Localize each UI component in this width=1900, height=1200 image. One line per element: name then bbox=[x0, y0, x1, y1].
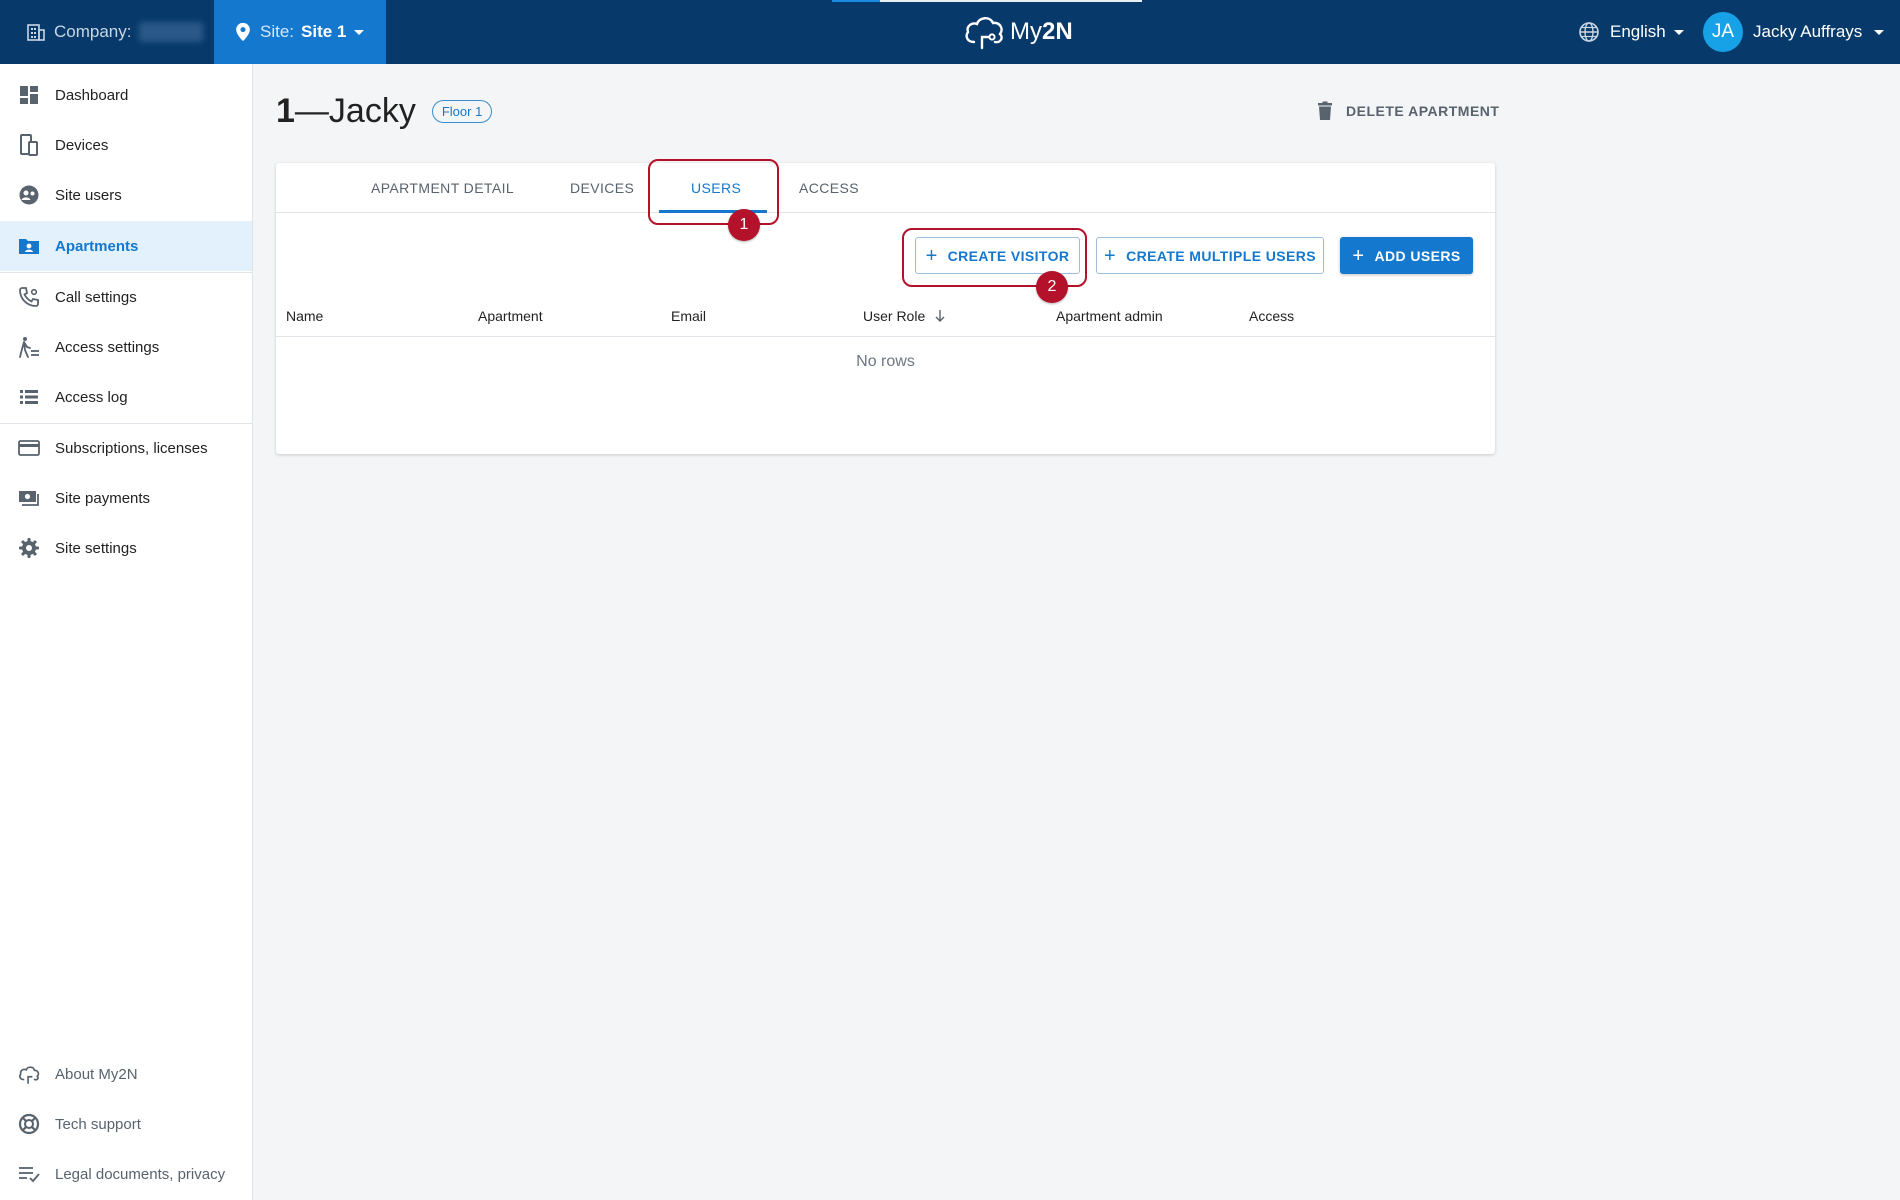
user-menu[interactable]: JA Jacky Auffrays bbox=[1703, 0, 1885, 64]
site-value: Site 1 bbox=[301, 22, 347, 41]
create-multiple-users-label: CREATE MULTIPLE USERS bbox=[1126, 247, 1316, 264]
tab-bar: APARTMENT DETAIL DEVICES USERS ACCESS bbox=[276, 163, 1495, 213]
table-header-divider bbox=[276, 336, 1495, 337]
sidebar-item-site-settings[interactable]: Site settings bbox=[0, 523, 252, 573]
tab-access[interactable]: ACCESS bbox=[799, 163, 859, 213]
arrow-down-icon bbox=[935, 310, 945, 322]
site-label: Site: bbox=[260, 22, 295, 41]
sidebar-item-label: Access log bbox=[55, 388, 128, 406]
sidebar-item-site-payments[interactable]: Site payments bbox=[0, 473, 252, 523]
sidebar-item-label: Apartments bbox=[55, 237, 139, 255]
apartment-card: APARTMENT DETAIL DEVICES USERS ACCESS + … bbox=[276, 163, 1495, 454]
chevron-down-icon bbox=[1874, 29, 1885, 35]
language-label: English bbox=[1610, 22, 1666, 41]
cloud-icon bbox=[18, 1063, 40, 1085]
apartment-number: 1 bbox=[276, 92, 295, 130]
credit-card-icon bbox=[18, 437, 40, 459]
sidebar-item-label: Tech support bbox=[55, 1115, 141, 1133]
globe-icon bbox=[1579, 22, 1599, 42]
sidebar-item-label: Legal documents, privacy bbox=[55, 1165, 226, 1183]
company-selector[interactable]: Company: bbox=[0, 0, 214, 64]
sidebar-item-tech-support[interactable]: Tech support bbox=[0, 1099, 252, 1149]
plus-icon: + bbox=[1104, 244, 1117, 267]
add-users-label: ADD USERS bbox=[1374, 247, 1461, 264]
my2n-logo: My 2N bbox=[962, 12, 1073, 52]
delete-apartment-button[interactable]: DELETE APARTMENT bbox=[1316, 96, 1499, 126]
apartment-name: Jacky bbox=[328, 92, 416, 130]
cloud-logo-icon bbox=[965, 17, 1003, 50]
column-header-apartment[interactable]: Apartment bbox=[478, 299, 543, 333]
apartments-icon bbox=[18, 235, 40, 257]
loading-bar-track bbox=[880, 0, 1142, 2]
sidebar-item-label: Access settings bbox=[55, 338, 160, 356]
column-header-email[interactable]: Email bbox=[671, 299, 706, 333]
annotation-badge-1: 1 bbox=[728, 209, 760, 241]
sidebar-item-call-settings[interactable]: Call settings bbox=[0, 272, 252, 322]
sidebar-item-site-users[interactable]: Site users bbox=[0, 170, 252, 220]
sidebar-item-legal[interactable]: Legal documents, privacy bbox=[0, 1149, 252, 1199]
chevron-down-icon bbox=[354, 29, 365, 35]
trash-icon bbox=[1318, 101, 1332, 120]
sidebar-item-access-settings[interactable]: Access settings bbox=[0, 322, 252, 372]
empty-table-message: No rows bbox=[856, 353, 915, 370]
page-title: 1 — Jacky Floor 1 bbox=[276, 92, 493, 131]
column-header-access[interactable]: Access bbox=[1249, 299, 1294, 333]
access-settings-icon bbox=[18, 336, 40, 358]
sidebar-item-subscriptions[interactable]: Subscriptions, licenses bbox=[0, 423, 252, 473]
gear-icon bbox=[18, 537, 40, 559]
sidebar-item-label: Site users bbox=[55, 186, 122, 204]
column-header-apartment-admin[interactable]: Apartment admin bbox=[1056, 299, 1163, 333]
add-users-button[interactable]: + ADD USERS bbox=[1340, 237, 1473, 274]
site-users-icon bbox=[18, 184, 40, 206]
sidebar-item-label: Dashboard bbox=[55, 86, 129, 104]
tab-apartment-detail[interactable]: APARTMENT DETAIL bbox=[371, 163, 514, 213]
access-log-icon bbox=[18, 386, 40, 408]
user-name: Jacky Auffrays bbox=[1753, 22, 1863, 41]
column-header-user-role[interactable]: User Role bbox=[863, 299, 947, 333]
payments-icon bbox=[18, 487, 40, 509]
sidebar-item-label: Site payments bbox=[55, 489, 151, 507]
chevron-down-icon bbox=[1673, 29, 1684, 35]
site-selector[interactable]: Site: Site 1 bbox=[214, 0, 386, 64]
support-icon bbox=[18, 1113, 40, 1135]
floor-chip: Floor 1 bbox=[431, 100, 493, 123]
logo-text-bold: 2N bbox=[1042, 18, 1073, 45]
dashboard-icon bbox=[18, 84, 40, 106]
building-icon bbox=[27, 24, 45, 41]
company-name-redacted bbox=[139, 22, 204, 42]
loading-bar bbox=[832, 0, 880, 2]
annotation-badge-2: 2 bbox=[1036, 271, 1068, 303]
language-selector[interactable]: English bbox=[1578, 0, 1684, 64]
column-header-label: User Role bbox=[863, 308, 926, 324]
sidebar-item-access-log[interactable]: Access log bbox=[0, 372, 252, 422]
avatar: JA bbox=[1703, 12, 1743, 52]
legal-icon bbox=[18, 1163, 40, 1185]
create-multiple-users-button[interactable]: + CREATE MULTIPLE USERS bbox=[1096, 237, 1324, 274]
column-header-name[interactable]: Name bbox=[286, 299, 323, 333]
tab-devices[interactable]: DEVICES bbox=[570, 163, 634, 213]
sidebar-item-label: Devices bbox=[55, 136, 109, 154]
sidebar-item-label: About My2N bbox=[55, 1065, 138, 1083]
sidebar-item-dashboard[interactable]: Dashboard bbox=[0, 70, 252, 120]
plus-icon: + bbox=[1352, 244, 1365, 267]
annotation-highlight-users-tab bbox=[648, 159, 779, 225]
company-label: Company: bbox=[54, 22, 132, 41]
location-pin-icon bbox=[236, 22, 250, 42]
logo-text-light: My bbox=[1010, 18, 1042, 45]
call-settings-icon bbox=[18, 286, 40, 308]
top-bar: Company: Site: Site 1 My 2N English JA J… bbox=[0, 0, 1900, 64]
sidebar-item-about[interactable]: About My2N bbox=[0, 1049, 252, 1099]
sidebar-item-label: Site settings bbox=[55, 539, 137, 557]
sidebar: Dashboard Devices Site users Apartments … bbox=[0, 64, 253, 1200]
title-separator: — bbox=[294, 92, 329, 130]
sidebar-item-label: Call settings bbox=[55, 288, 137, 306]
sidebar-item-devices[interactable]: Devices bbox=[0, 120, 252, 170]
delete-apartment-label: DELETE APARTMENT bbox=[1346, 103, 1500, 119]
devices-icon bbox=[18, 134, 40, 156]
sidebar-item-label: Subscriptions, licenses bbox=[55, 439, 208, 457]
sidebar-item-apartments[interactable]: Apartments bbox=[0, 221, 252, 271]
